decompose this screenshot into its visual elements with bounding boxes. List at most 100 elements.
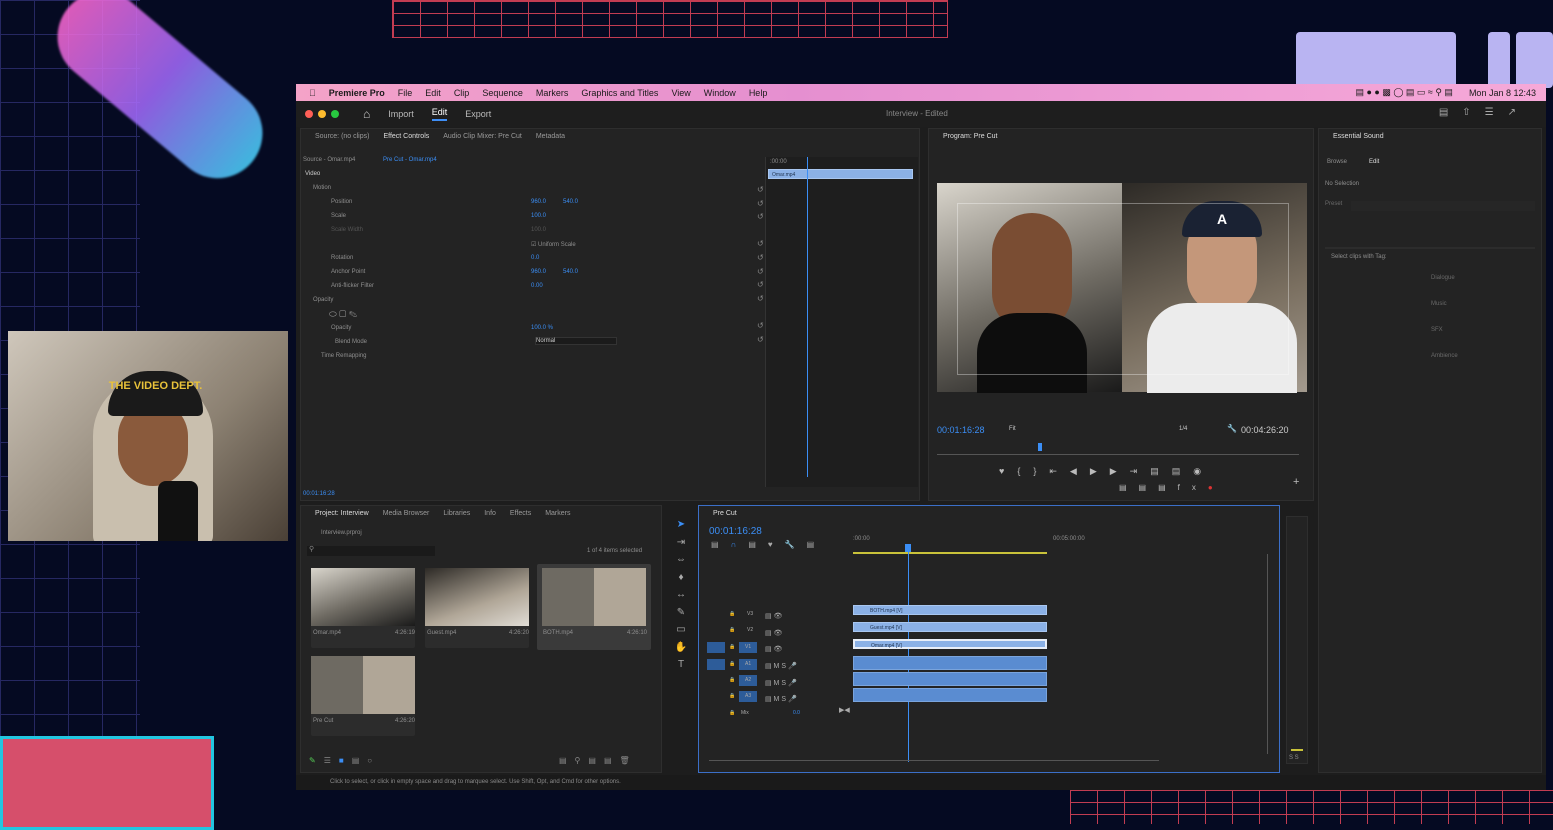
zoom-window-button[interactable] <box>331 110 339 118</box>
tab-libraries[interactable]: Libraries <box>443 510 470 517</box>
transport-controls[interactable]: ♥{}⇤◀▶▶⇥▤▤◉ <box>999 466 1214 477</box>
time-remapping-label[interactable]: Time Remapping <box>321 353 366 359</box>
clip-audio-a3[interactable] <box>853 688 1047 702</box>
tag-music[interactable]: Music <box>1431 301 1447 307</box>
track-v3-label[interactable]: V3 <box>747 611 753 617</box>
project-item-both[interactable]: BOTH.mp4 4:26:10 <box>537 564 651 650</box>
anti-flicker-value[interactable]: 0.00 <box>531 283 543 289</box>
effect-timecode[interactable]: 00:01:16:28 <box>303 491 335 497</box>
tab-project[interactable]: Project: Interview <box>315 510 369 517</box>
menu-window[interactable]: Window <box>704 88 736 98</box>
mix-value[interactable]: 0.0 <box>793 710 800 716</box>
program-timecode[interactable]: 00:01:16:28 <box>937 425 985 435</box>
reset-icons-column[interactable]: ↺ ↺ ↺ ↺ ↺ ↺ ↺ ↺ ↺ ↺ <box>757 183 764 346</box>
clip-audio-a2[interactable] <box>853 672 1047 686</box>
transport-controls-row2[interactable]: ▤▤▤fx● <box>1119 483 1225 492</box>
tag-dialogue[interactable]: Dialogue <box>1431 275 1455 281</box>
effect-playhead[interactable] <box>807 157 808 477</box>
rotation-value[interactable]: 0.0 <box>531 255 539 261</box>
source-patch-a1[interactable] <box>707 659 725 670</box>
program-video-frame[interactable]: A <box>937 183 1307 393</box>
tab-source[interactable]: Source: (no clips) <box>315 133 369 140</box>
menu-app-name[interactable]: Premiere Pro <box>329 88 385 98</box>
fx-opacity-label[interactable]: Opacity <box>313 297 333 303</box>
project-item-omar[interactable]: Omar.mp4 4:26:19 <box>311 568 415 648</box>
mix-end-icon[interactable]: ▶◀ <box>839 706 850 714</box>
clip-audio-a1[interactable] <box>853 656 1047 670</box>
nav-import[interactable]: Import <box>388 109 414 119</box>
tab-info[interactable]: Info <box>484 510 496 517</box>
track-v3-lock-icon[interactable]: 🔒 <box>729 611 735 617</box>
program-scrub-track[interactable] <box>937 454 1299 455</box>
menu-clip[interactable]: Clip <box>454 88 470 98</box>
pen-tool-icon[interactable]: ✎ <box>670 604 692 622</box>
track-select-tool-icon[interactable]: ⇥ <box>670 534 692 552</box>
close-window-button[interactable] <box>305 110 313 118</box>
fx-motion-label[interactable]: Motion <box>313 185 331 191</box>
add-button-icon[interactable]: + <box>1293 476 1299 488</box>
position-y-value[interactable]: 540.0 <box>563 199 578 205</box>
menu-view[interactable]: View <box>671 88 690 98</box>
selection-tool-icon[interactable]: ➤ <box>670 516 692 534</box>
sequence-dropdown[interactable]: Pre Cut - Omar.mp4 <box>383 157 437 163</box>
slip-tool-icon[interactable]: ↔ <box>670 586 692 604</box>
timeline-toolbar-icons[interactable]: ▤∩▤♥🔧▤ <box>711 540 826 549</box>
wrench-icon[interactable]: 🔧 <box>1227 424 1237 433</box>
timeline-timecode[interactable]: 00:01:16:28 <box>709 526 762 537</box>
tools-panel[interactable]: ➤ ⇥ ⇔ ♦ ↔ ✎ ▭ ✋ T <box>670 516 692 676</box>
quality-dropdown[interactable]: 1/4 <box>1179 426 1187 432</box>
menu-graphics[interactable]: Graphics and Titles <box>581 88 658 98</box>
track-a2-lock-icon[interactable]: 🔒 <box>729 677 735 683</box>
tab-essential-sound[interactable]: Essential Sound <box>1333 133 1384 140</box>
timeline-horizontal-scroll[interactable] <box>709 760 1159 761</box>
opacity-value[interactable]: 100.0 % <box>531 325 553 331</box>
menu-sequence[interactable]: Sequence <box>482 88 523 98</box>
tab-browse[interactable]: Browse <box>1327 159 1347 165</box>
menu-markers[interactable]: Markers <box>536 88 569 98</box>
apple-icon[interactable]:  <box>309 88 316 98</box>
anchor-x-value[interactable]: 960.0 <box>531 269 546 275</box>
project-footer-right-icons[interactable]: ▤⚲▤▤🗑 <box>559 756 638 765</box>
clip-both-video[interactable]: BOTH.mp4 [V] <box>853 605 1047 615</box>
nav-edit[interactable]: Edit <box>431 107 448 121</box>
track-v1-label[interactable]: V1 <box>745 644 751 650</box>
audio-track-toggles[interactable]: ▤ M S 🎤 ▤ M S 🎤 ▤ M S 🎤 <box>765 659 797 709</box>
track-v1-lock-icon[interactable]: 🔒 <box>729 644 735 650</box>
preset-select[interactable] <box>1351 201 1535 211</box>
work-area-bar[interactable] <box>853 552 1047 554</box>
tab-effects[interactable]: Effects <box>510 510 531 517</box>
razor-tool-icon[interactable]: ♦ <box>670 569 692 587</box>
minimize-window-button[interactable] <box>318 110 326 118</box>
hand-tool-icon[interactable]: ✋ <box>670 639 692 657</box>
menu-help[interactable]: Help <box>749 88 768 98</box>
tab-edit-sound[interactable]: Edit <box>1369 159 1379 165</box>
tab-media-browser[interactable]: Media Browser <box>383 510 430 517</box>
video-track-toggles[interactable]: ▤ 👁 ▤ 👁 ▤ 👁 <box>765 609 782 659</box>
tab-program[interactable]: Program: Pre Cut <box>943 133 997 140</box>
track-a3-label[interactable]: A3 <box>745 693 751 699</box>
tag-sfx[interactable]: SFX <box>1431 327 1443 333</box>
fit-dropdown[interactable]: Fit <box>1009 426 1016 432</box>
source-patch-v1[interactable] <box>707 642 725 653</box>
clip-omar-video[interactable]: Omar.mp4 [V] <box>853 639 1047 649</box>
tag-ambience[interactable]: Ambience <box>1431 353 1458 359</box>
tab-audio-clip-mixer[interactable]: Audio Clip Mixer: Pre Cut <box>443 133 522 140</box>
project-item-guest[interactable]: Guest.mp4 4:26:20 <box>425 568 529 648</box>
scale-value[interactable]: 100.0 <box>531 213 546 219</box>
tab-sequence[interactable]: Pre Cut <box>713 510 737 517</box>
effect-clip-bar[interactable]: Omar.mp4 <box>768 169 913 179</box>
timeline-vertical-scroll[interactable] <box>1267 554 1268 754</box>
program-playhead[interactable] <box>1038 443 1042 451</box>
project-item-pre-cut[interactable]: Pre Cut 4:26:20 <box>311 656 415 736</box>
track-a3-lock-icon[interactable]: 🔒 <box>729 693 735 699</box>
menu-edit[interactable]: Edit <box>425 88 441 98</box>
rectangle-tool-icon[interactable]: ▭ <box>670 621 692 639</box>
mask-shape-icons[interactable]: ⬭ ▢ ✎ <box>329 309 357 320</box>
tab-markers[interactable]: Markers <box>545 510 570 517</box>
tab-effect-controls[interactable]: Effect Controls <box>383 133 429 140</box>
project-footer-icons[interactable]: ✎☰■▤○ <box>309 756 380 765</box>
position-x-value[interactable]: 960.0 <box>531 199 546 205</box>
project-search-input[interactable] <box>307 546 435 556</box>
menu-file[interactable]: File <box>398 88 413 98</box>
source-dropdown[interactable]: Source - Omar.mp4 <box>303 157 355 163</box>
